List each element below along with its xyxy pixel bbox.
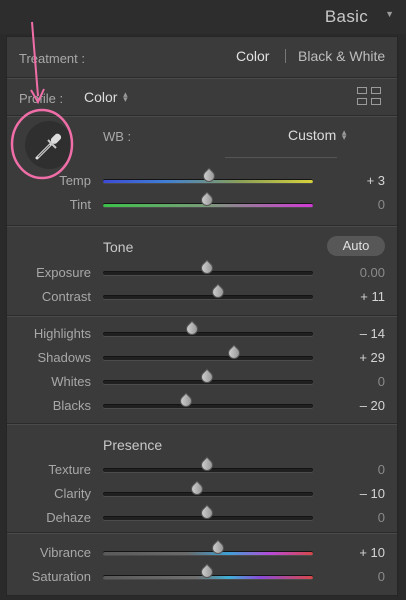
annotation-circle bbox=[10, 108, 74, 180]
annotation-overlay bbox=[10, 21, 74, 180]
annotation-arrow bbox=[31, 21, 39, 97]
